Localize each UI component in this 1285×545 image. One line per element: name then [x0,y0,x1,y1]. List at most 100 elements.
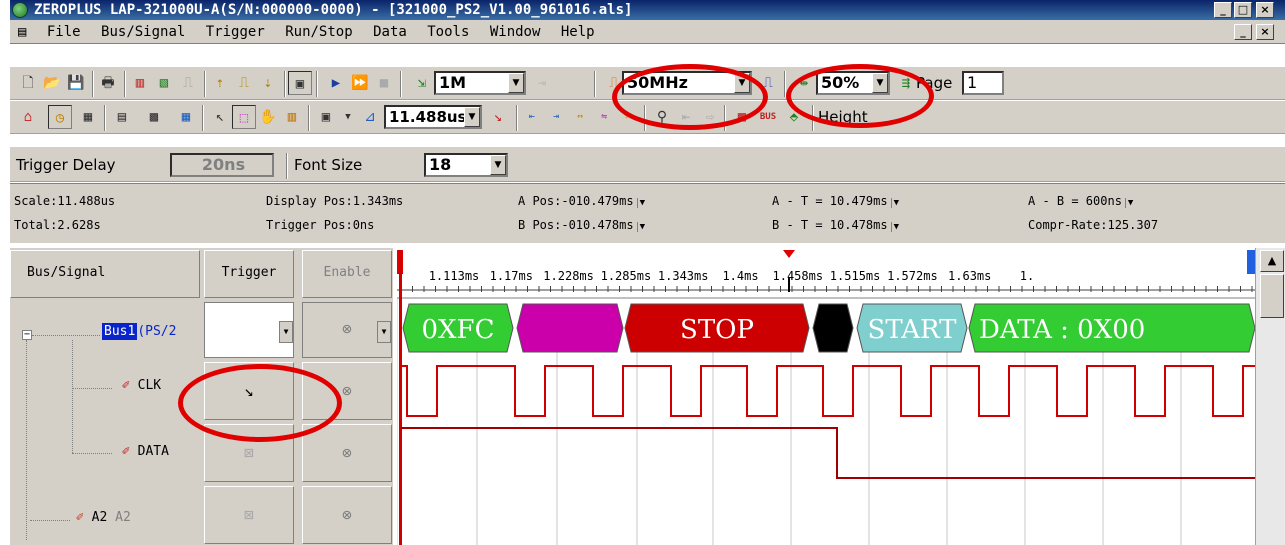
menu-help[interactable]: Help [555,20,601,44]
maximize-button[interactable]: □ [1234,2,1252,18]
pointer-icon[interactable]: ↖ [208,105,232,129]
memory-depth-icon[interactable]: ⇲ [410,71,434,95]
hand-icon[interactable]: ✋ [256,105,280,129]
cursor-a-line[interactable] [399,250,402,545]
display-icon[interactable]: ▣ [314,105,338,129]
bus-segment-label: 0XFC [422,315,495,345]
ruler-tick-label: 1.4ms [722,269,758,283]
close-button[interactable]: × [1256,2,1274,18]
app-icon[interactable] [12,2,28,18]
data-row[interactable]: ✐ DATA [122,444,169,459]
bus1-label[interactable]: Bus1 [102,323,138,340]
display-dropdown-icon[interactable]: ▼ [336,105,360,129]
b-pos-info[interactable]: B Pos:-010.478ms ▼ [518,218,647,232]
font-size-select[interactable]: 18 ▼ [424,153,508,177]
ruler-tick-label: 1. [1020,269,1034,283]
bar-c-icon[interactable]: ⇋ [592,105,616,129]
scroll-up-icon[interactable]: ▲ [1260,250,1284,272]
bus1-enable-select[interactable]: ⊗ ▼ [302,302,392,358]
trigger-pos-info: Trigger Pos:0ns [266,218,375,232]
ruler-tick-label: 1.458ms [773,269,824,283]
menu-tools[interactable]: Tools [421,20,475,44]
trigger-settings-icon[interactable]: ▣ [288,71,312,95]
a2-trigger-x-icon[interactable]: ⊠ [204,486,294,544]
a-b-info[interactable]: A - B = 600ns ▼ [1028,194,1135,208]
bus-segment[interactable] [812,303,854,353]
a-pos-info[interactable]: A Pos:-010.479ms ▼ [518,194,647,208]
ruler-icon[interactable]: ⊿ [358,105,382,129]
mdi-close-button[interactable]: × [1256,24,1274,40]
ruler-tick-label: 1.343ms [658,269,709,283]
select-icon[interactable]: ⬚ [232,105,256,129]
time-scale-input[interactable]: 11.488us ▼ [384,105,482,129]
trigger-delay-input[interactable]: 20ns [170,153,274,177]
open-folder-icon[interactable]: 📂 [40,71,64,95]
bus-segment-label: DATA : 0X00 [979,315,1145,345]
bar-a-icon[interactable]: ⇤ [520,105,544,129]
measure-icon[interactable]: ▥ [280,105,304,129]
trigger-pulse-icon[interactable]: ⎍ [232,71,256,95]
window-icon[interactable]: ▦ [76,105,100,129]
a2-row[interactable]: ✐ A2 A2 [76,510,131,525]
goto-icon[interactable]: ↘ [486,105,510,129]
b-t-info[interactable]: B - T = 10.478ms ▼ [772,218,901,232]
chart-icon[interactable]: ▤ [110,105,134,129]
options-toolbar: Trigger Delay 20ns Font Size 18 ▼ [10,146,1285,182]
stop-icon[interactable]: ■ [372,71,396,95]
page-input[interactable]: 1 [962,71,1004,95]
vertical-scrollbar[interactable]: ▲ [1255,248,1285,545]
clk-waveform [401,365,1255,417]
data-waveform [401,427,1255,479]
bar-b-icon[interactable]: ⇥ [544,105,568,129]
disabled-nav-icon[interactable]: ⇥ [530,71,554,95]
trigger-marker-icon[interactable] [783,250,795,258]
memory-depth-select[interactable]: 1M ▼ [434,71,526,95]
run-icon[interactable]: ▶ [324,71,348,95]
data-enable-icon[interactable]: ⊗ [302,424,392,482]
probe-icon: ✐ [122,444,130,459]
run-repeat-icon[interactable]: ⏩ [348,71,372,95]
bus1-row[interactable]: Bus1 (PS/2 [102,323,176,340]
minimize-button[interactable]: _ [1214,2,1232,18]
clk-row[interactable]: ✐ CLK [122,378,161,393]
wave-tool-icon[interactable]: ⎍ [176,71,200,95]
trigger-rise-icon[interactable]: ⇡ [208,71,232,95]
grid-icon[interactable]: ▦ [174,105,198,129]
clock-icon[interactable]: ◷ [48,105,72,129]
save-icon[interactable]: 💾 [64,71,88,95]
scroll-thumb[interactable] [1260,274,1284,318]
trigger-delay-label: Trigger Delay [16,156,116,174]
trigger-fall-icon[interactable]: ⇣ [256,71,280,95]
annotation-oval-trigger [178,364,342,442]
print-icon[interactable]: 🖶 [96,71,120,95]
collapse-icon[interactable]: − [22,330,32,340]
a2-enable-icon[interactable]: ⊗ [302,486,392,544]
a-t-info[interactable]: A - T = 10.479ms ▼ [772,194,901,208]
bus-segment-label: START [868,315,958,345]
bus-segment[interactable] [516,303,624,353]
menu-run-stop[interactable]: Run/Stop [279,20,358,44]
waveform-area[interactable]: 1.113ms 1.17ms 1.228ms 1.285ms 1.343ms 1.4ms 1… [397,248,1255,545]
menu-window[interactable]: Window [484,20,547,44]
menu-trigger[interactable]: Trigger [200,20,271,44]
bus1-trigger-select[interactable]: ▼ [204,302,294,358]
document-icon[interactable]: ▤ [10,20,32,44]
mdi-minimize-button[interactable]: _ [1234,24,1252,40]
waveform-svg: 1.113ms 1.17ms 1.228ms 1.285ms 1.343ms 1.4ms 1… [397,250,1255,545]
menu-bus-signal[interactable]: Bus/Signal [95,20,191,44]
bus-signal-header: Bus/Signal [10,250,200,298]
home-icon[interactable]: ⌂ [16,105,40,129]
signal-tool-icon[interactable]: ▧ [152,71,176,95]
ruler-tick-label: 1.515ms [830,269,881,283]
compr-rate-info: Compr-Rate:125.307 [1028,218,1159,232]
bar-t-icon[interactable]: ⇔ [568,105,592,129]
menu-data[interactable]: Data [367,20,413,44]
menu-file[interactable]: File [41,20,87,44]
cursor-b-marker[interactable] [1247,250,1255,274]
new-file-icon[interactable]: 🗋 [16,71,40,95]
bus-tool-icon[interactable]: ▥ [128,71,152,95]
probe-icon: ✐ [76,510,84,525]
ruler-tick-label: 1.228ms [543,269,594,283]
chip-icon[interactable]: ▩ [142,105,166,129]
ruler-tick-label: 1.63ms [948,269,991,283]
